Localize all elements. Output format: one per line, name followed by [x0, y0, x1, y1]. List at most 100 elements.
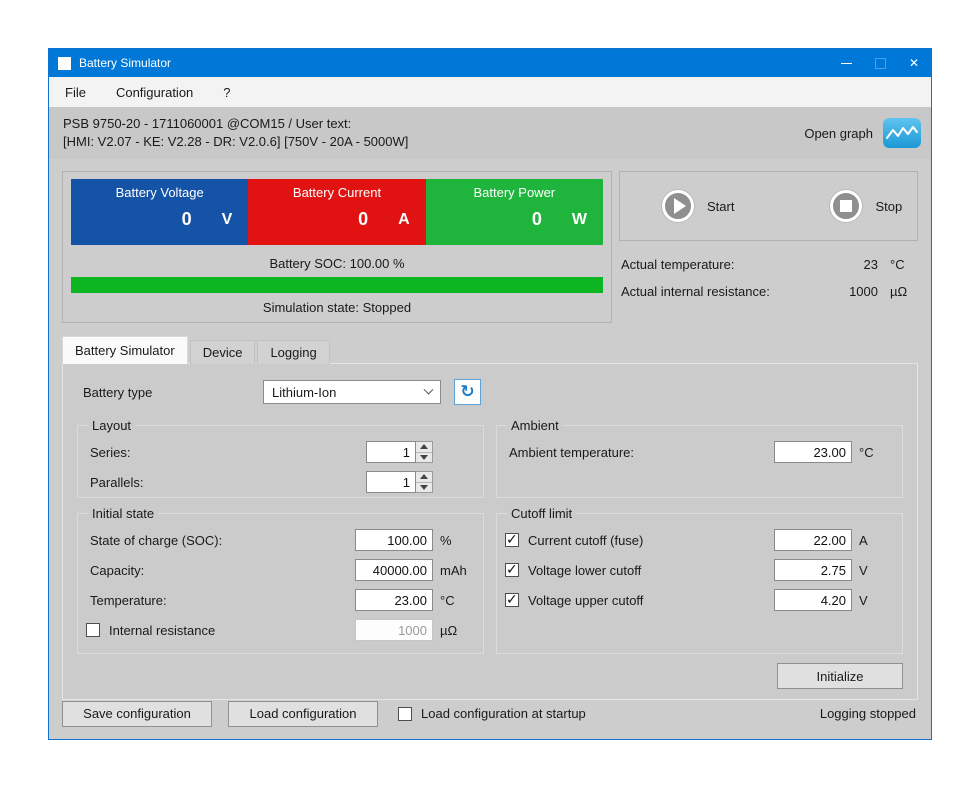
battery-type-row: Battery type Lithium-Ion ↻	[83, 376, 899, 408]
soc-input[interactable]	[355, 529, 433, 551]
battery-type-label: Battery type	[83, 385, 263, 400]
capacity-input[interactable]	[355, 559, 433, 581]
ambient-group-title: Ambient	[507, 418, 563, 433]
play-icon	[662, 190, 694, 222]
window-controls	[829, 49, 931, 77]
voltage-lower-cutoff-checkbox[interactable]	[505, 563, 519, 577]
voltage-upper-cutoff-row: Voltage upper cutoff V	[505, 585, 888, 615]
current-cutoff-input[interactable]	[774, 529, 852, 551]
current-cutoff-checkbox[interactable]	[505, 533, 519, 547]
actual-resistance-row: Actual internal resistance: 1000 µΩ	[621, 284, 916, 299]
voltage-upper-cutoff-checkbox[interactable]	[505, 593, 519, 607]
parallels-input[interactable]	[366, 471, 416, 493]
series-label: Series:	[86, 445, 366, 460]
menu-help[interactable]: ?	[223, 85, 230, 100]
logging-status: Logging stopped	[820, 706, 918, 721]
load-at-startup-label: Load configuration at startup	[421, 706, 586, 721]
initialize-row: Initialize	[77, 663, 903, 689]
current-cutoff-label: Current cutoff (fuse)	[528, 533, 643, 548]
actual-temperature-label: Actual temperature:	[621, 257, 818, 272]
voltage-upper-cutoff-input[interactable]	[774, 589, 852, 611]
menu-configuration[interactable]: Configuration	[116, 85, 193, 100]
menu-file[interactable]: File	[65, 85, 86, 100]
soc-input-label: State of charge (SOC):	[86, 533, 355, 548]
actual-resistance-label: Actual internal resistance:	[621, 284, 818, 299]
meters: Battery Voltage 0 V Battery Current 0 A	[71, 179, 603, 245]
parallels-spinner	[416, 471, 433, 493]
battery-type-value: Lithium-Ion	[272, 385, 336, 400]
temperature-label: Temperature:	[86, 593, 355, 608]
meter-panel: Battery Voltage 0 V Battery Current 0 A	[62, 171, 612, 323]
status-row: Battery Voltage 0 V Battery Current 0 A	[62, 171, 918, 323]
temperature-row: Temperature: °C	[86, 585, 469, 615]
battery-simulator-pane: Battery type Lithium-Ion ↻ Layout Series…	[62, 363, 918, 700]
window-title: Battery Simulator	[79, 56, 171, 70]
meter-power: Battery Power 0 W	[426, 179, 603, 245]
parallels-spin-up[interactable]	[416, 472, 432, 482]
close-icon[interactable]	[897, 49, 931, 77]
meter-voltage-label: Battery Voltage	[71, 185, 248, 200]
group-row-2: Initial state State of charge (SOC): % C…	[77, 506, 903, 654]
soc-progress-bar	[71, 277, 603, 293]
maximize-icon	[863, 49, 897, 77]
device-info: PSB 9750-20 - 1711060001 @COM15 / User t…	[63, 115, 408, 151]
voltage-lower-cutoff-row: Voltage lower cutoff V	[505, 555, 888, 585]
voltage-lower-cutoff-input[interactable]	[774, 559, 852, 581]
series-spinner	[416, 441, 433, 463]
load-at-startup-checkbox[interactable]	[398, 707, 412, 721]
tab-battery-simulator[interactable]: Battery Simulator	[62, 336, 188, 364]
actual-resistance-unit: µΩ	[890, 284, 916, 299]
ambient-temperature-row: Ambient temperature: °C	[505, 437, 888, 467]
soc-unit: %	[433, 533, 469, 548]
current-cutoff-unit: A	[852, 533, 888, 548]
series-input[interactable]	[366, 441, 416, 463]
meter-current: Battery Current 0 A	[248, 179, 425, 245]
start-button[interactable]: Start	[662, 190, 734, 222]
ambient-temperature-unit: °C	[852, 445, 888, 460]
temperature-unit: °C	[433, 593, 469, 608]
tab-battery-simulator-label: Battery Simulator	[75, 343, 175, 358]
tab-device-label: Device	[203, 345, 243, 360]
stop-button[interactable]: Stop	[830, 190, 902, 222]
temperature-input[interactable]	[355, 589, 433, 611]
tab-logging[interactable]: Logging	[257, 340, 329, 364]
series-spin-down[interactable]	[416, 452, 432, 463]
graph-icon[interactable]	[883, 118, 921, 148]
series-spin-up[interactable]	[416, 442, 432, 452]
meter-power-value: 0	[532, 209, 542, 230]
transport-panel: Start Stop	[619, 171, 918, 241]
meter-power-unit: W	[572, 211, 587, 229]
battery-type-select[interactable]: Lithium-Ion	[263, 380, 441, 404]
ambient-temperature-label: Ambient temperature:	[505, 445, 774, 460]
meter-current-value: 0	[358, 209, 368, 230]
tab-logging-label: Logging	[270, 345, 316, 360]
ambient-temperature-input[interactable]	[774, 441, 852, 463]
load-configuration-button[interactable]: Load configuration	[228, 701, 378, 727]
soc-progress-fill	[71, 277, 603, 293]
series-row: Series:	[86, 437, 469, 467]
open-graph[interactable]: Open graph	[804, 118, 921, 148]
internal-resistance-unit: µΩ	[433, 623, 469, 638]
voltage-upper-cutoff-unit: V	[852, 593, 888, 608]
meter-voltage-value: 0	[182, 209, 192, 230]
meter-voltage-unit: V	[222, 211, 233, 229]
internal-resistance-row: Internal resistance µΩ	[86, 615, 469, 645]
meter-current-label: Battery Current	[248, 185, 425, 200]
tab-device[interactable]: Device	[190, 340, 256, 364]
device-info-line2: [HMI: V2.07 - KE: V2.28 - DR: V2.0.6] [7…	[63, 133, 408, 151]
initialize-button[interactable]: Initialize	[777, 663, 903, 689]
app-window: Battery Simulator File Configuration ? P…	[48, 48, 932, 740]
parallels-spin-down[interactable]	[416, 482, 432, 493]
layout-group-title: Layout	[88, 418, 135, 433]
internal-resistance-checkbox[interactable]	[86, 623, 100, 637]
meter-current-unit: A	[398, 211, 410, 229]
parallels-row: Parallels:	[86, 467, 469, 497]
voltage-lower-cutoff-unit: V	[852, 563, 888, 578]
initial-state-group: Initial state State of charge (SOC): % C…	[77, 506, 484, 654]
refresh-button[interactable]: ↻	[454, 379, 481, 405]
startup-checkbox-row: Load configuration at startup	[398, 706, 586, 721]
main-area: Battery Voltage 0 V Battery Current 0 A	[49, 159, 931, 740]
minimize-icon[interactable]	[829, 49, 863, 77]
control-column: Start Stop Actual temperature: 23 °C Act…	[619, 171, 918, 323]
save-configuration-button[interactable]: Save configuration	[62, 701, 212, 727]
